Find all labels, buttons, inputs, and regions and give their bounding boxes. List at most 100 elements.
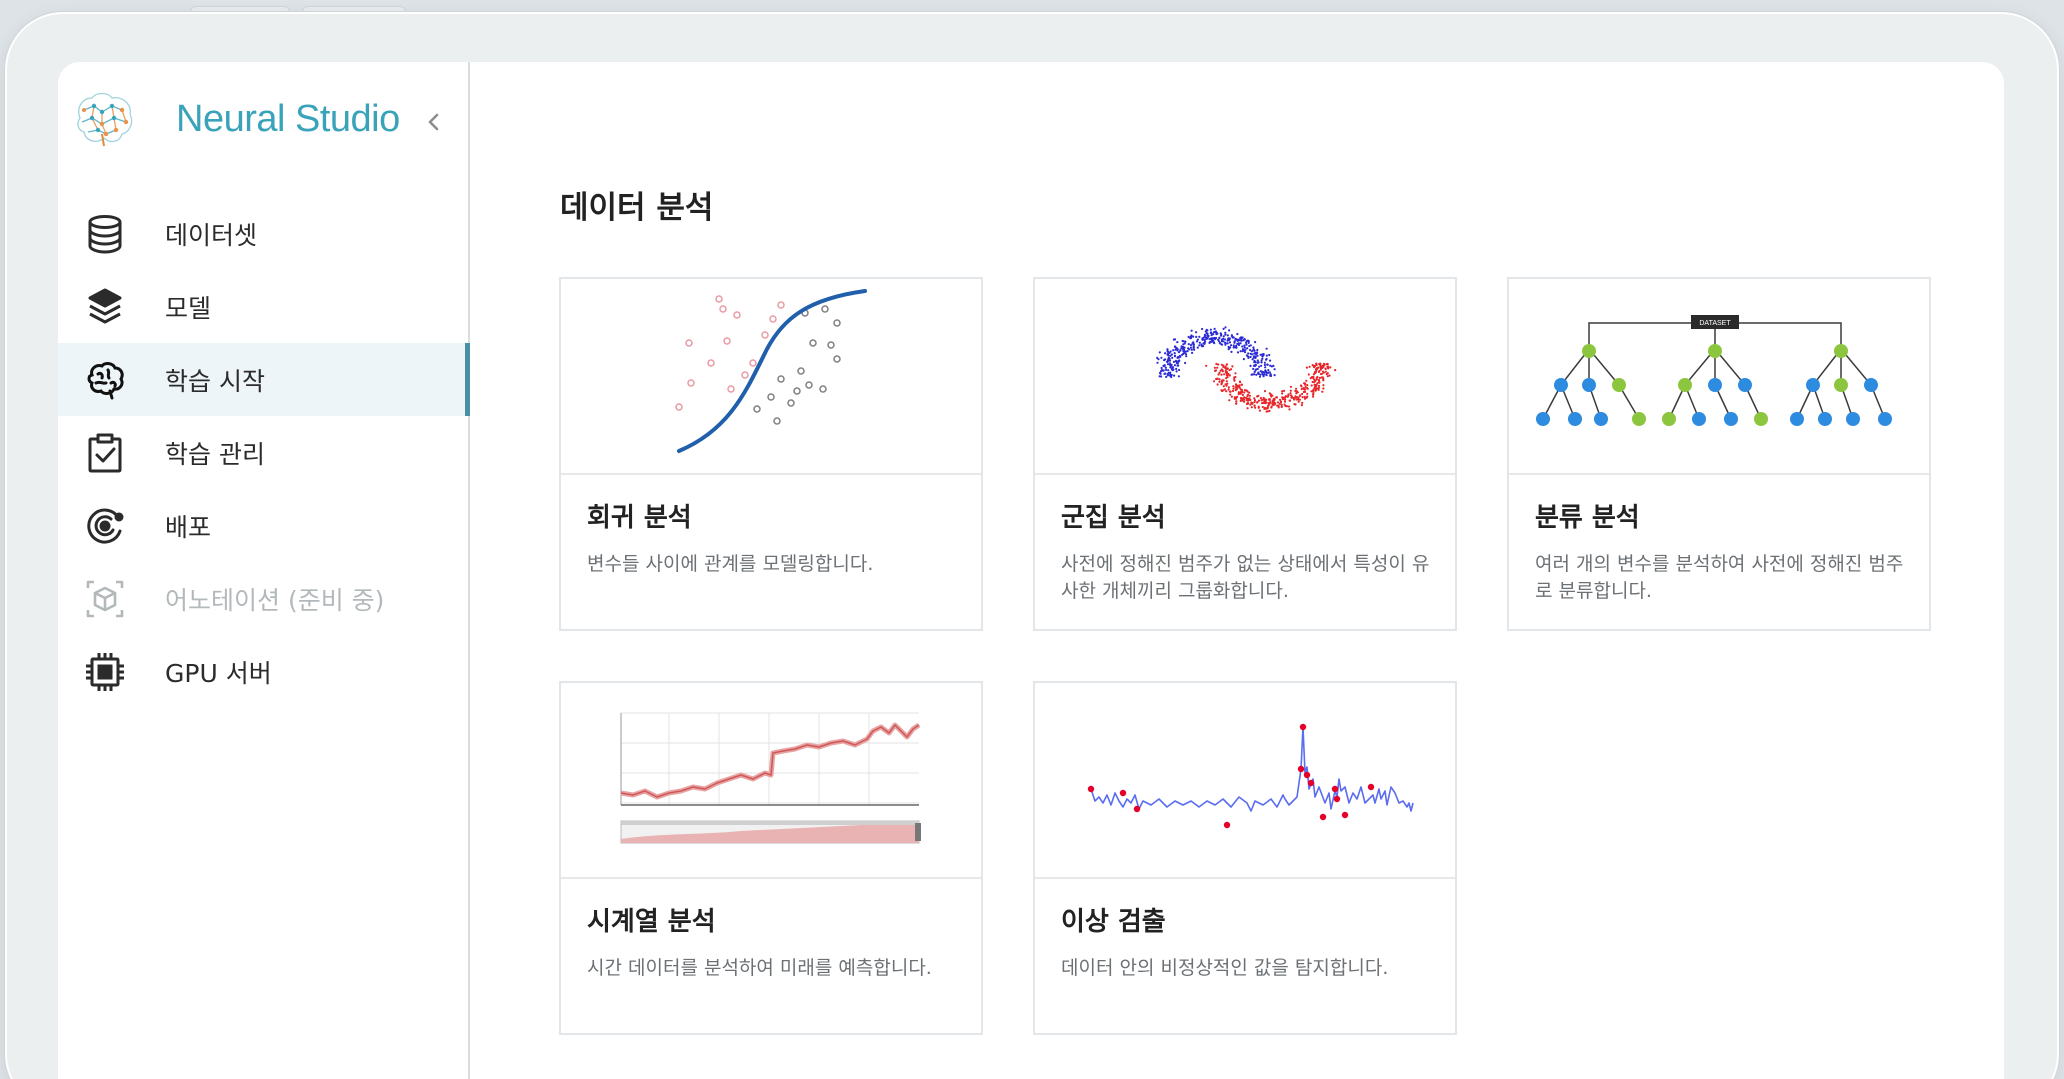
cluster-point <box>1184 340 1187 343</box>
cluster-point <box>1201 327 1204 331</box>
cluster-point <box>1203 342 1206 345</box>
cluster-point <box>1171 366 1175 369</box>
regression-illustration <box>561 279 981 475</box>
cluster-point <box>1283 400 1287 403</box>
cluster-point <box>1257 372 1260 375</box>
cluster-point <box>1178 354 1182 357</box>
cluster-point <box>1240 383 1243 386</box>
card-regression[interactable]: 회귀 분석 변수들 사이에 관계를 모델링합니다. <box>559 277 983 631</box>
cluster-point <box>1311 389 1315 392</box>
cluster-point <box>1233 396 1236 399</box>
cluster-point <box>1227 386 1230 389</box>
cluster-point <box>1232 344 1235 347</box>
cluster-point <box>1263 363 1266 367</box>
cluster-point <box>1259 373 1262 376</box>
cluster-point <box>1295 387 1298 390</box>
cluster-point <box>1219 332 1222 335</box>
cluster-point <box>1219 334 1223 337</box>
cluster-point <box>1256 348 1259 352</box>
cluster-point <box>1209 328 1212 331</box>
cluster-point <box>1236 339 1239 342</box>
cluster-point <box>1223 388 1227 391</box>
sidebar-item-deploy[interactable]: 배포 <box>58 489 468 562</box>
cluster-point <box>1226 371 1229 374</box>
cluster-point <box>1324 370 1327 373</box>
cluster-point <box>1275 396 1278 399</box>
cluster-point <box>1174 359 1178 362</box>
cluster-point <box>1184 350 1187 353</box>
cluster-point <box>1239 350 1242 353</box>
main-content: 데이터 분석 회귀 분석 변수들 사이에 관계를 모델링합니다. 군집 분석 사… <box>470 62 2004 1079</box>
cluster-point <box>1224 343 1227 346</box>
cluster-point <box>1158 351 1161 354</box>
cluster-point <box>1303 390 1307 393</box>
cluster-point <box>1313 371 1316 374</box>
cluster-point <box>1310 384 1313 387</box>
cluster-point <box>1248 394 1251 397</box>
cluster-point <box>1215 333 1218 336</box>
cluster-point <box>1312 395 1315 398</box>
cluster-point <box>1269 359 1272 362</box>
cluster-point <box>1173 354 1177 357</box>
cluster-point <box>1173 338 1177 341</box>
cluster-point <box>1265 354 1268 357</box>
cluster-point <box>1222 337 1225 340</box>
cluster-point <box>1217 373 1220 376</box>
cluster-point <box>1198 335 1201 338</box>
sidebar-item-training-management[interactable]: 학습 관리 <box>58 416 468 489</box>
cluster-point <box>1225 380 1228 383</box>
cluster-point <box>1280 403 1283 406</box>
cluster-point <box>1225 377 1228 380</box>
cluster-point <box>1242 358 1245 361</box>
brand[interactable]: Neural Studio <box>72 88 462 150</box>
cluster-point <box>1260 361 1263 364</box>
cluster-point <box>1236 387 1239 390</box>
cluster-point <box>1250 406 1253 409</box>
cluster-point <box>1282 396 1285 399</box>
cluster-point <box>1259 370 1262 373</box>
cluster-point <box>1219 342 1222 345</box>
cluster-point <box>1173 352 1176 355</box>
cluster-point <box>1319 368 1322 371</box>
cluster-point <box>1265 370 1268 373</box>
card-timeseries[interactable]: 시계열 분석 시간 데이터를 분석하여 미래를 예측합니다. <box>559 681 983 1035</box>
cluster-point <box>1238 385 1241 389</box>
cluster-point <box>1176 364 1179 367</box>
cluster-point <box>1232 387 1235 390</box>
cluster-point <box>1256 361 1259 364</box>
cluster-point <box>1249 352 1252 355</box>
cluster-point <box>1230 395 1233 398</box>
cluster-point <box>1163 365 1166 368</box>
cluster-point <box>1243 389 1247 392</box>
cluster-point <box>1165 368 1168 371</box>
sidebar-item-dataset[interactable]: 데이터셋 <box>58 197 468 270</box>
cluster-point <box>1256 359 1259 362</box>
cluster-point <box>1289 389 1292 392</box>
deploy-orbit-icon <box>87 508 124 544</box>
cluster-point <box>1281 392 1284 395</box>
cluster-point <box>1257 405 1260 408</box>
sidebar-item-gpu-server[interactable]: GPU 서버 <box>58 635 468 708</box>
cluster-point <box>1303 382 1306 385</box>
card-classification[interactable]: DATASET 분류 분석 여러 개의 변수를 분석하여 사전에 정해진 범주로… <box>1507 277 1931 631</box>
cluster-point <box>1214 369 1217 372</box>
cluster-point <box>1237 342 1240 345</box>
cluster-point <box>1252 346 1255 349</box>
cluster-point <box>1248 344 1251 348</box>
cluster-point <box>1236 351 1240 354</box>
cluster-point <box>1191 351 1194 354</box>
cluster-point <box>1221 389 1224 393</box>
chevron-left-icon[interactable] <box>422 110 446 134</box>
page-title: 데이터 분석 <box>560 190 714 226</box>
cluster-point <box>1180 347 1183 350</box>
cluster-point <box>1178 359 1181 362</box>
card-anomaly-detection[interactable]: 이상 검출 데이터 안의 비정상적인 값을 탐지합니다. <box>1033 681 1457 1035</box>
sidebar-item-training-start[interactable]: 학습 시작 <box>58 343 470 416</box>
cluster-point <box>1262 353 1265 356</box>
sidebar-item-model[interactable]: 모델 <box>58 270 468 343</box>
cluster-point <box>1276 401 1280 404</box>
cluster-point <box>1191 342 1194 345</box>
cluster-point <box>1268 399 1271 402</box>
card-clustering[interactable]: 군집 분석 사전에 정해진 범주가 없는 상태에서 특성이 유사한 개체끼리 그… <box>1033 277 1457 631</box>
cluster-point <box>1231 336 1234 339</box>
